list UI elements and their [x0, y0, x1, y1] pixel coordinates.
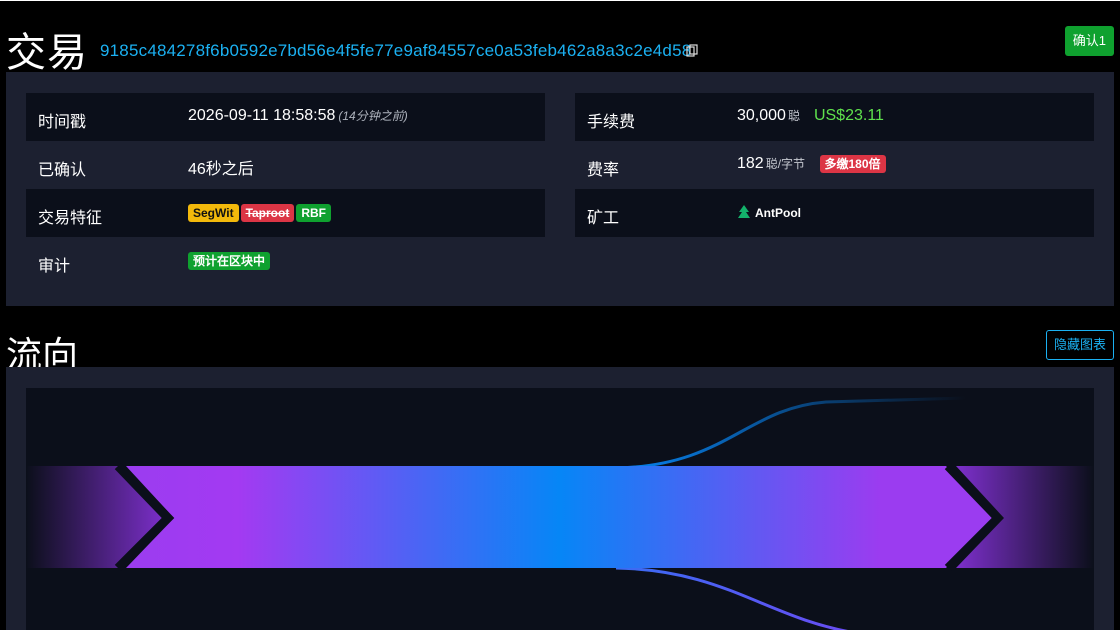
output-flow-small-bottom[interactable] [615, 566, 856, 630]
fee-value: 30,000 聪 US$23.11 [737, 107, 884, 125]
miner-value[interactable]: AntPool [737, 204, 801, 222]
fee-rate-value: 182 聪/字节 多缴180倍 [737, 155, 888, 173]
taproot-badge[interactable]: Taproot [240, 204, 295, 222]
flow-diagram-panel [6, 367, 1114, 630]
overpaid-badge[interactable]: 多缴180倍 [819, 155, 886, 173]
miner-row: 矿工 AntPool [575, 189, 1094, 237]
antpool-icon [738, 205, 750, 218]
transaction-details-panel: 时间戳 2026-09-11 18:58:58 (14分钟之前) 已确认 46秒之… [6, 72, 1114, 306]
segwit-badge[interactable]: SegWit [188, 204, 239, 222]
fee-rate-label: 费率 [587, 162, 620, 179]
hide-diagram-button[interactable]: 隐藏图表 [1045, 330, 1114, 360]
fee-amount: 30,000 [737, 107, 786, 124]
confirmed-row: 已确认 46秒之后 [26, 141, 545, 189]
confirmations-badge: 确认1 [1064, 26, 1114, 56]
confirmed-label: 已确认 [38, 162, 87, 179]
fee-rate-row: 费率 182 聪/字节 多缴180倍 [575, 141, 1094, 189]
fee-label: 手续费 [587, 114, 636, 131]
copy-icon[interactable] [686, 44, 698, 57]
top-border [0, 0, 1120, 1]
transaction-header: 交易 9185c484278f6b0592e7bd56e4f5fe77e9af8… [6, 16, 1114, 75]
miner-label: 矿工 [587, 210, 620, 227]
timestamp-row: 时间戳 2026-09-11 18:58:58 (14分钟之前) [26, 93, 545, 141]
fee-unit: 聪 [787, 109, 800, 123]
features-row: 交易特征 SegWit Taproot RBF [26, 189, 545, 237]
transaction-id-link[interactable]: 9185c484278f6b0592e7bd56e4f5fe77e9af8455… [100, 41, 691, 61]
miner-pool-name: AntPool [755, 206, 801, 220]
fee-rate-unit: 聪/字节 [765, 157, 806, 172]
flow-diagram-canvas [26, 388, 1094, 630]
timestamp-value: 2026-09-11 18:58:58 (14分钟之前) [188, 107, 408, 125]
main-flow-band[interactable] [126, 466, 992, 568]
flow-diagram [26, 396, 1094, 630]
audit-badge[interactable]: 预计在区块中 [188, 252, 271, 270]
timestamp-relative: (14分钟之前) [338, 109, 408, 123]
rbf-badge[interactable]: RBF [296, 204, 332, 222]
fee-rate-amount: 182 [737, 155, 764, 173]
timestamp-date: 2026-09-11 18:58:58 [188, 107, 336, 124]
audit-label: 审计 [38, 258, 71, 275]
page-title: 交易 [6, 31, 88, 75]
features-badges: SegWit Taproot RBF [188, 204, 333, 222]
audit-row: 审计 预计在区块中 [26, 237, 545, 285]
timestamp-label: 时间戳 [38, 114, 87, 131]
features-label: 交易特征 [38, 210, 103, 227]
confirmed-value: 46秒之后 [188, 161, 254, 178]
output-flow-small-top[interactable] [615, 396, 967, 470]
fee-row: 手续费 30,000 聪 US$23.11 [575, 93, 1094, 141]
fee-usd: US$23.11 [813, 107, 884, 124]
audit-value: 预计在区块中 [188, 252, 272, 270]
